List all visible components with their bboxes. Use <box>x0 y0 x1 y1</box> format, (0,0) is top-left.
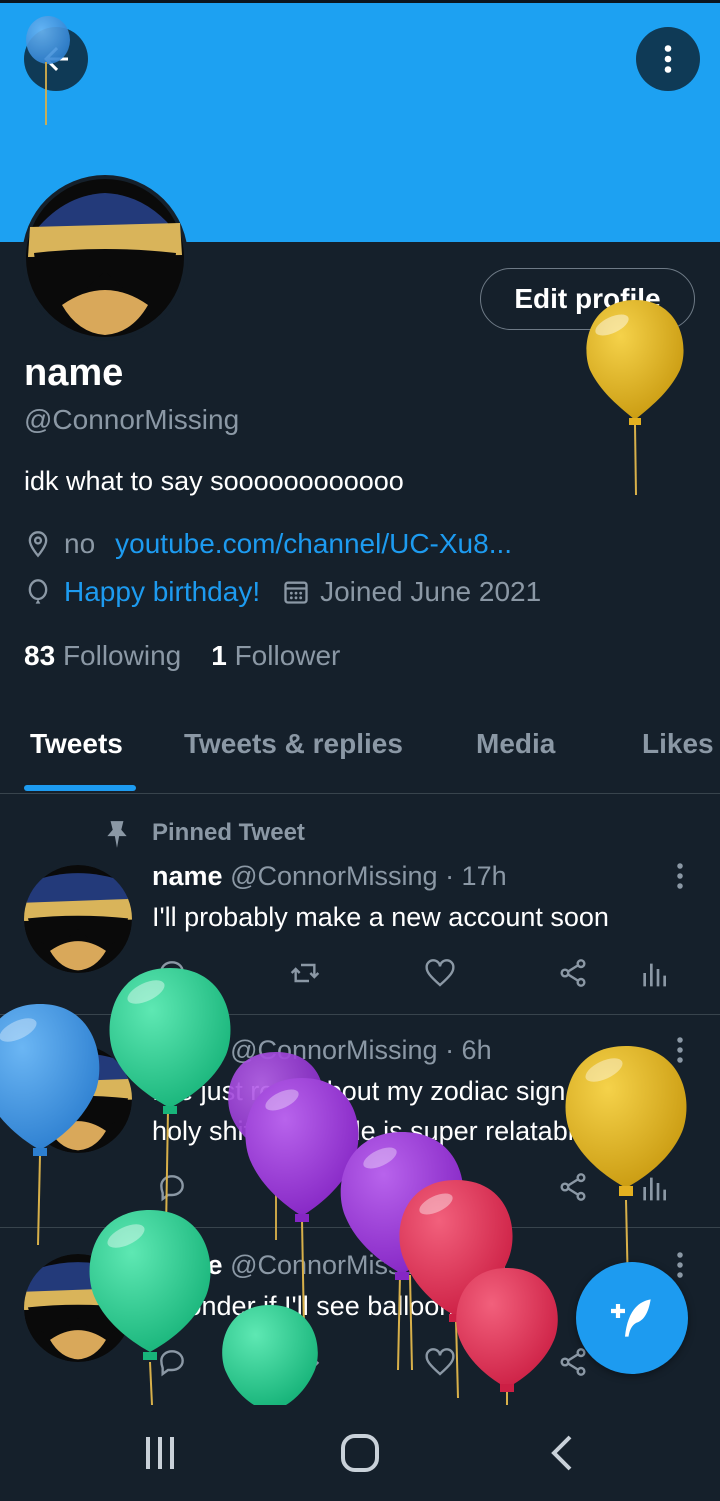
profile-stats: 83 Following 1 Follower <box>24 640 340 672</box>
compose-tweet-button[interactable] <box>576 1262 688 1374</box>
arrow-left-icon <box>44 47 68 71</box>
tweet-pinned[interactable]: Pinned Tweet name @ConnorMissing · 17h I… <box>0 795 720 1015</box>
retweet-icon[interactable] <box>288 1171 322 1203</box>
balloon-icon <box>28 579 48 604</box>
following-count: 83 <box>24 640 56 671</box>
more-options-button[interactable] <box>636 27 700 91</box>
retweet-icon[interactable] <box>288 1346 322 1378</box>
tweet-header: name @ConnorMissing · 18h <box>152 1250 507 1281</box>
system-navigation-bar <box>0 1405 720 1501</box>
tweet-author-name[interactable]: name <box>152 1035 223 1065</box>
tweet-item[interactable]: name @ConnorMissing · 6h I've just read … <box>0 1015 720 1228</box>
tweet-header: name @ConnorMissing · 6h <box>152 1035 492 1066</box>
analytics-icon[interactable] <box>640 1171 668 1203</box>
profile-tabs: Tweets Tweets & replies Media Likes <box>0 712 720 794</box>
retweet-icon[interactable] <box>288 957 322 989</box>
avatar-image <box>24 1045 132 1153</box>
reply-icon[interactable] <box>156 1171 188 1203</box>
like-icon[interactable] <box>424 957 456 989</box>
reply-icon[interactable] <box>156 957 188 989</box>
tweet-author-handle: @ConnorMissing <box>230 1250 438 1280</box>
back-chevron-icon[interactable] <box>546 1433 578 1473</box>
pinned-label: Pinned Tweet <box>152 819 305 846</box>
tab-media[interactable]: Media <box>476 728 555 760</box>
avatar-image <box>24 865 132 973</box>
reply-icon[interactable] <box>156 1346 188 1378</box>
profile-meta-row-1: no youtube.com/channel/UC-Xu8... <box>24 528 512 560</box>
tweet-avatar[interactable] <box>24 1045 132 1153</box>
share-icon[interactable] <box>556 1346 590 1378</box>
tweet-avatar[interactable] <box>24 865 132 973</box>
like-icon[interactable] <box>424 1346 456 1378</box>
tweet-header: name @ConnorMissing · 17h <box>152 861 507 892</box>
active-tab-indicator <box>24 785 136 791</box>
location-icon <box>28 531 48 558</box>
more-vertical-icon[interactable] <box>672 1250 688 1280</box>
profile-website-link[interactable]: youtube.com/channel/UC-Xu8... <box>115 528 512 560</box>
followers-label: Follower <box>234 640 341 671</box>
tweet-author-handle: @ConnorMissing <box>230 1035 438 1065</box>
profile-meta-row-2: Happy birthday! Joined June 2021 <box>24 576 541 608</box>
tweet-text-line-1: I've just read about my zodiac sign and <box>152 1076 618 1106</box>
followers-count: 1 <box>211 640 227 671</box>
profile-avatar[interactable] <box>22 175 188 341</box>
tab-likes[interactable]: Likes <box>642 728 714 760</box>
profile-location: no <box>64 528 96 559</box>
tab-tweets[interactable]: Tweets <box>30 728 123 760</box>
avatar-image <box>26 179 184 337</box>
followers-stat[interactable]: 1 Follower <box>211 640 340 672</box>
recents-icon[interactable] <box>140 1435 180 1471</box>
profile-handle: @ConnorMissing <box>24 404 240 435</box>
tweet-author-name[interactable]: name <box>152 1250 223 1280</box>
pin-icon <box>107 821 127 848</box>
tweet-text: I'll probably make a new account soon <box>152 902 609 932</box>
analytics-icon[interactable] <box>640 957 668 989</box>
tweet-time: · 17h <box>445 861 507 891</box>
home-icon[interactable] <box>338 1433 382 1473</box>
tweet-text: I wonder if I'll see balloon <box>152 1291 455 1321</box>
birthday-link[interactable]: Happy birthday! <box>64 576 260 608</box>
calendar-icon <box>284 581 308 604</box>
share-icon[interactable] <box>556 957 590 989</box>
tweet-time: · 18h <box>445 1250 507 1280</box>
tweet-author-name[interactable]: name <box>152 861 223 891</box>
tweet-author-handle: @ConnorMissing <box>230 861 438 891</box>
tweet-avatar[interactable] <box>24 1254 132 1362</box>
joined-date: Joined June 2021 <box>320 576 542 607</box>
edit-profile-button[interactable]: Edit profile <box>480 268 695 330</box>
more-vertical-icon <box>664 45 672 73</box>
following-stat[interactable]: 83 Following <box>24 640 181 672</box>
more-vertical-icon[interactable] <box>672 1035 688 1065</box>
following-label: Following <box>62 640 182 671</box>
back-button[interactable] <box>24 27 88 91</box>
tweet-time: · 6h <box>445 1035 492 1065</box>
more-vertical-icon[interactable] <box>672 861 688 891</box>
profile-bio: idk what to say soooooooooooo <box>24 466 404 496</box>
share-icon[interactable] <box>556 1171 590 1203</box>
tab-tweets-replies[interactable]: Tweets & replies <box>184 728 403 760</box>
avatar-image <box>24 1254 132 1362</box>
profile-name: name <box>24 352 124 394</box>
compose-feather-icon <box>611 1299 651 1337</box>
tweet-text-line-2: holy shit the article is super relatable <box>152 1116 589 1146</box>
